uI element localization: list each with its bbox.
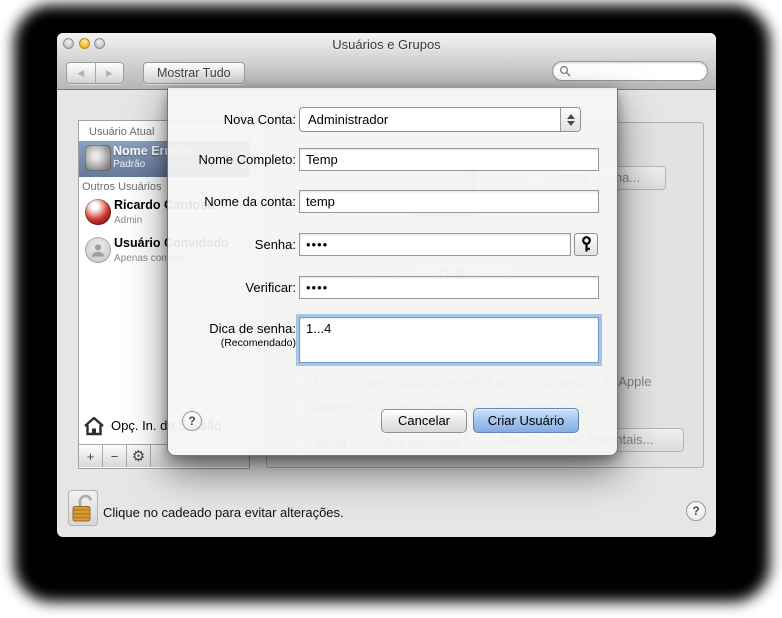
forward-button[interactable]: ▶ (96, 63, 124, 83)
password-field[interactable] (299, 233, 571, 256)
create-user-button[interactable]: Criar Usuário (473, 408, 579, 433)
user-detail: Admin (114, 215, 143, 226)
password-label: Senha: (254, 237, 296, 252)
lock-hint-text: Clique no cadeado para evitar alterações… (103, 505, 344, 520)
gear-icon[interactable]: ⚙ (127, 445, 151, 467)
hint-sublabel: (Recomendado) (220, 337, 296, 349)
cancel-button[interactable]: Cancelar (381, 409, 467, 433)
back-button[interactable]: ◀ (67, 63, 96, 83)
guest-avatar (85, 237, 111, 263)
new-account-sheet: Nova Conta: Administrador Nome Completo:… (167, 88, 618, 456)
account-type-value: Administrador (308, 112, 389, 127)
user-avatar (85, 145, 111, 171)
person-icon (91, 244, 105, 257)
popup-stepper-icon (560, 108, 580, 131)
window-title: Usuários e Grupos (332, 37, 441, 52)
titlebar[interactable]: Usuários e Grupos ◀ ▶ Mostrar Tudo (57, 33, 716, 90)
verify-label: Verificar: (245, 280, 296, 295)
key-icon (581, 236, 591, 252)
user-detail: Padrão (113, 159, 146, 170)
search-field (552, 61, 708, 81)
verify-field[interactable] (299, 276, 599, 299)
password-hint-field[interactable]: 1...4 (299, 317, 599, 363)
account-name-field[interactable] (299, 190, 599, 213)
account-type-popup[interactable]: Administrador (299, 107, 581, 132)
password-assistant-button[interactable] (574, 233, 598, 256)
show-all-button[interactable]: Mostrar Tudo (143, 62, 245, 84)
new-account-label: Nova Conta: (223, 112, 296, 127)
add-user-button[interactable]: + (79, 445, 103, 467)
back-icon: ◀ (77, 67, 85, 78)
account-name-label: Nome da conta: (204, 194, 296, 209)
full-name-label: Nome Completo: (198, 152, 296, 167)
section-current-user: Usuário Atual (89, 126, 155, 138)
search-icon (559, 65, 571, 77)
home-icon (84, 416, 104, 436)
app-window: Usuários e Grupos ◀ ▶ Mostrar Tudo Alter… (57, 33, 716, 537)
search-input[interactable] (574, 64, 699, 78)
unlocked-padlock-icon (72, 494, 92, 522)
nav-back-forward: ◀ ▶ (66, 62, 124, 84)
section-other-users: Outros Usuários (82, 181, 162, 193)
forward-icon: ▶ (105, 67, 113, 78)
hint-label: Dica de senha: (209, 321, 296, 336)
user-avatar (85, 199, 111, 225)
screenshot-canvas: Usuários e Grupos ◀ ▶ Mostrar Tudo Alter… (0, 0, 782, 618)
lock-button[interactable] (68, 490, 98, 526)
full-name-field[interactable] (299, 148, 599, 171)
sheet-help-button[interactable]: ? (182, 411, 202, 431)
remove-user-button[interactable]: − (103, 445, 127, 467)
help-button[interactable]: ? (686, 501, 706, 521)
